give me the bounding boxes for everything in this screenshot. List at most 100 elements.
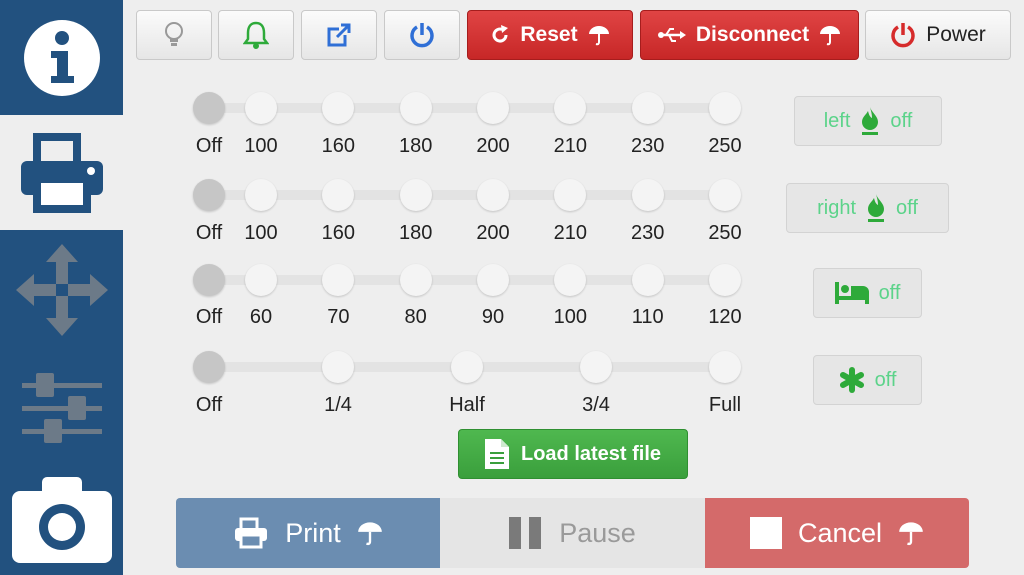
sidebar [0,0,123,575]
slider-stop[interactable] [322,264,355,296]
slider-tick-label: 160 [321,135,356,157]
slider-stop[interactable] [709,179,741,211]
slider-stop[interactable] [399,92,432,124]
slider-stop[interactable] [709,351,741,383]
slider-tick-label: 180 [398,222,433,244]
slider-tick-label: 200 [476,135,510,157]
slider-tick-label: Off [195,135,223,157]
light-button[interactable] [136,10,212,60]
slider-tick-label: 120 [708,306,742,328]
tab-move[interactable] [0,230,123,350]
slider-stop[interactable] [477,179,509,211]
bed-icon [834,282,869,304]
umbrella-icon [357,522,382,546]
slider-tick-label: 200 [476,222,510,244]
slider-stop[interactable] [451,351,483,383]
slider-tick-label: 100 [244,222,278,244]
external-link-icon [327,23,351,47]
slider-tick-label: 90 [481,306,505,328]
umbrella-icon [899,522,923,546]
slider-tick-label: Off [195,306,223,328]
lightbulb-icon [165,22,183,46]
camera-icon [11,477,112,563]
fan-toggle[interactable]: off [813,355,922,405]
umbrella-icon [820,26,841,46]
refresh-icon [492,25,509,43]
slider-tick-label: 180 [398,135,433,157]
slider-stop[interactable] [245,92,277,124]
slider-stop[interactable] [245,264,277,296]
move-arrows-icon [15,244,108,336]
slider-tick-label: 60 [249,306,273,328]
tab-camera[interactable] [0,465,123,575]
slider-stop[interactable] [399,264,432,296]
disconnect-button[interactable]: Disconnect [640,10,859,60]
slider-stop[interactable] [322,351,354,383]
slider-tick-label: Off [195,222,223,244]
flame-icon [868,194,885,222]
slider-tick-label: 100 [244,135,278,157]
load-latest-file-button[interactable]: Load latest file [458,429,688,479]
slider-stop[interactable] [631,179,664,211]
pause-label: Pause [559,517,636,548]
tab-controls[interactable] [0,350,123,465]
slider-stop[interactable] [245,179,277,211]
pause-icon [509,517,542,549]
slider-stop[interactable] [631,92,664,124]
external-link-button[interactable] [301,10,377,60]
slider-stop[interactable] [580,351,612,383]
slider-tick-label: 80 [404,306,427,328]
slider-tick-label: 210 [553,222,588,244]
cancel-button[interactable]: Cancel [705,498,969,568]
slider-stop[interactable] [709,92,741,124]
reset-button[interactable]: Reset [467,10,633,60]
file-icon [484,439,509,469]
cancel-label: Cancel [797,517,883,548]
slider-tick-label: 110 [631,306,664,328]
stop-icon [749,517,782,549]
power-toggle-button[interactable] [384,10,460,60]
power-label: Power [926,23,986,46]
disconnect-label: Disconnect [695,23,810,46]
slider-stop[interactable] [709,264,741,296]
left-heater-toggle[interactable]: left off [794,96,942,146]
print-button[interactable]: Print [176,498,440,568]
bell-icon [243,21,269,49]
slider-tick-label: Off [195,394,223,416]
slider-stop[interactable] [193,351,225,383]
slider-tick-label: 250 [708,135,742,157]
slider-stop[interactable] [399,179,432,211]
fan-toggle-state: off [874,368,897,391]
print-label: Print [285,517,341,548]
slider-tick-label: 3/4 [582,394,610,416]
slider-stop[interactable] [554,92,587,124]
bed-toggle-state: off [878,281,901,304]
slider-tick-label: 230 [630,135,665,157]
right-toggle-label: right [817,196,857,219]
power-button[interactable]: Power [865,10,1011,60]
pause-button[interactable]: Pause [440,498,705,568]
bed-toggle[interactable]: off [813,268,922,318]
tab-info[interactable] [0,0,123,115]
slider-tick-label: 250 [708,222,742,244]
slider-stop[interactable] [193,264,225,296]
asterisk-icon [839,367,864,393]
slider-stop[interactable] [477,92,509,124]
slider-stop[interactable] [193,92,225,124]
slider-stop[interactable] [193,179,225,211]
slider-tick-label: 100 [553,306,588,328]
slider-tick-label: 230 [630,222,665,244]
printer-icon [235,517,268,549]
slider-stop[interactable] [477,264,509,296]
slider-tick-label: 70 [327,306,350,328]
slider-stop[interactable] [631,264,664,296]
slider-stop[interactable] [554,179,587,211]
slider-tick-label: Full [708,394,742,416]
right-heater-toggle[interactable]: right off [786,183,949,233]
bell-button[interactable] [218,10,294,60]
slider-stop[interactable] [554,264,587,296]
tab-print[interactable] [0,115,123,230]
slider-stop[interactable] [322,92,355,124]
sliders-icon [21,372,102,443]
slider-stop[interactable] [322,179,355,211]
